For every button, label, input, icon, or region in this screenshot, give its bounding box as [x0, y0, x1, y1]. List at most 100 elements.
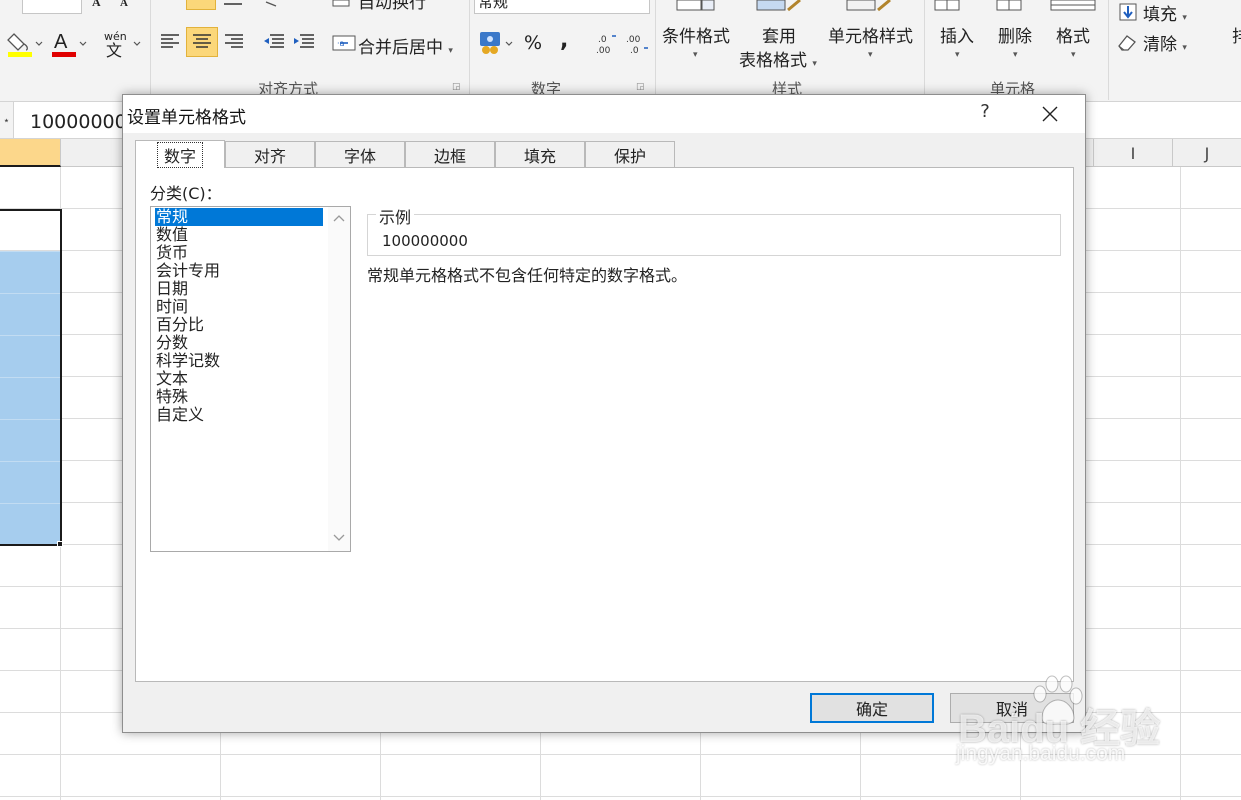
cell-styles-button[interactable]: 单元格样式 [828, 22, 913, 47]
chevron-down-icon: ▾ [1182, 43, 1187, 53]
chevron-down-icon: ▾ [693, 50, 698, 60]
svg-text:·a·: ·a· [337, 39, 347, 48]
top-align-button[interactable] [186, 0, 216, 10]
delete-button[interactable]: 删除 [998, 22, 1032, 47]
cell-styles-icon [846, 0, 894, 12]
column-header-j[interactable]: J [1173, 139, 1241, 167]
orientation-icon[interactable] [262, 0, 282, 8]
increase-font-icon[interactable]: A [90, 0, 112, 8]
wrap-text-icon[interactable] [332, 0, 352, 8]
table-format-label: 表格格式 [739, 51, 807, 71]
wrap-text-button[interactable]: 自动换行 [358, 0, 426, 13]
insert-function-icon[interactable]: ⋆ [0, 102, 14, 138]
fill-handle[interactable] [57, 541, 63, 547]
column-header-i[interactable]: I [1093, 139, 1173, 167]
ok-button[interactable]: 确定 [810, 693, 934, 723]
chevron-down-icon: ▾ [868, 50, 873, 60]
group-separator [469, 0, 470, 100]
group-separator [655, 0, 656, 100]
tab-font[interactable]: 字体 [315, 141, 405, 167]
tab-alignment[interactable]: 对齐 [225, 141, 315, 167]
merge-center-icon[interactable]: ·a· [332, 34, 356, 52]
sample-value: 100000000 [382, 232, 468, 250]
dialog-launcher-icon[interactable]: ◲ [452, 82, 461, 92]
conditional-format-icon [676, 0, 716, 12]
tab-fill[interactable]: 填充 [495, 141, 585, 167]
category-item[interactable]: 数值 [155, 226, 323, 244]
eraser-icon [1116, 32, 1138, 52]
svg-text:A: A [120, 0, 128, 8]
insert-icon [934, 0, 962, 12]
category-scrollbar[interactable] [328, 207, 350, 551]
accounting-format-icon[interactable] [478, 30, 518, 56]
svg-text:.00: .00 [596, 46, 611, 56]
number-format-select[interactable]: 常规 [474, 0, 650, 14]
tab-protection[interactable]: 保护 [585, 141, 675, 167]
tab-number[interactable]: 数字 [135, 140, 225, 168]
scroll-down-icon[interactable] [333, 531, 345, 543]
group-separator [1108, 0, 1109, 100]
svg-text:A: A [92, 0, 101, 8]
merge-center-label: 合并后居中 [358, 38, 443, 58]
column-header-selected[interactable] [0, 139, 61, 167]
sort-filter-button[interactable]: 排 [1232, 22, 1241, 47]
sample-title: 示例 [376, 204, 415, 228]
category-item[interactable]: 日期 [155, 280, 323, 298]
increase-indent-button[interactable] [288, 27, 320, 57]
chevron-down-icon: ▾ [955, 50, 960, 60]
align-left-button[interactable] [154, 27, 186, 57]
svg-text:.0: .0 [598, 35, 607, 45]
phonetic-guide-icon[interactable]: wén 文 [100, 28, 144, 60]
help-button[interactable]: ? [975, 101, 995, 122]
category-item[interactable]: 货币 [155, 244, 323, 262]
table-format-line1: 套用 [762, 27, 796, 47]
fill-button[interactable]: 填充 ▾ [1143, 0, 1187, 25]
sample-group: 示例 100000000 [367, 204, 1061, 256]
number-tab-panel: 分类(C)： 常规 数值 货币 会计专用 日期 时间 百分比 分数 科学记数 文… [135, 167, 1074, 682]
table-format-button[interactable]: 表格格式 ▾ [739, 46, 817, 71]
align-center-button[interactable] [186, 27, 218, 57]
decrease-indent-button[interactable] [258, 27, 290, 57]
dialog-launcher-icon[interactable]: ◲ [636, 82, 645, 92]
scroll-up-icon[interactable] [333, 213, 345, 225]
category-item[interactable]: 分数 [155, 334, 323, 352]
chevron-down-icon: ▾ [448, 46, 453, 56]
decrease-font-icon[interactable]: A [118, 0, 136, 8]
close-button[interactable] [1037, 101, 1063, 127]
category-list[interactable]: 常规 数值 货币 会计专用 日期 时间 百分比 分数 科学记数 文本 特殊 自定… [150, 206, 351, 552]
tab-label: 保护 [613, 146, 646, 166]
comma-style-button[interactable]: , [560, 28, 568, 53]
category-item[interactable]: 百分比 [155, 316, 323, 334]
middle-align-button[interactable] [222, 0, 244, 8]
fill-label: 填充 [1143, 5, 1177, 25]
tab-border[interactable]: 边框 [405, 141, 495, 167]
dialog-title: 设置单元格格式 [127, 108, 246, 128]
conditional-format-button[interactable]: 条件格式 [662, 22, 730, 47]
font-color-icon[interactable]: A [50, 28, 90, 60]
category-item[interactable]: 会计专用 [155, 262, 323, 280]
fill-color-icon[interactable] [6, 28, 44, 60]
font-size-box[interactable] [22, 0, 82, 14]
category-item[interactable]: 自定义 [155, 406, 323, 424]
tab-label: 边框 [433, 146, 466, 166]
increase-decimal-icon[interactable]: .0.00 [594, 30, 620, 56]
decrease-decimal-icon[interactable]: .00.0 [624, 30, 650, 56]
category-item[interactable]: 时间 [155, 298, 323, 316]
format-button[interactable]: 格式 [1056, 22, 1090, 47]
category-item[interactable]: 文本 [155, 370, 323, 388]
selection-border [0, 209, 62, 546]
tab-label: 填充 [523, 146, 556, 166]
align-right-button[interactable] [218, 27, 250, 57]
format-cells-dialog: 设置单元格格式 ? 数字 对齐 字体 边框 填充 保护 分类(C)： 常规 数值… [122, 94, 1086, 733]
delete-icon [996, 0, 1024, 12]
dialog-titlebar[interactable]: 设置单元格格式 ? [123, 95, 1085, 133]
merge-center-button[interactable]: 合并后居中 ▾ [358, 33, 453, 58]
cancel-button[interactable]: 取消 [950, 693, 1074, 723]
formula-input[interactable]: 10000000 [30, 111, 127, 133]
percent-style-button[interactable]: % [524, 32, 542, 54]
insert-button[interactable]: 插入 [940, 22, 974, 47]
clear-button[interactable]: 清除 ▾ [1143, 30, 1187, 55]
category-item[interactable]: 科学记数 [155, 352, 323, 370]
category-item[interactable]: 常规 [155, 208, 323, 226]
category-item[interactable]: 特殊 [155, 388, 323, 406]
